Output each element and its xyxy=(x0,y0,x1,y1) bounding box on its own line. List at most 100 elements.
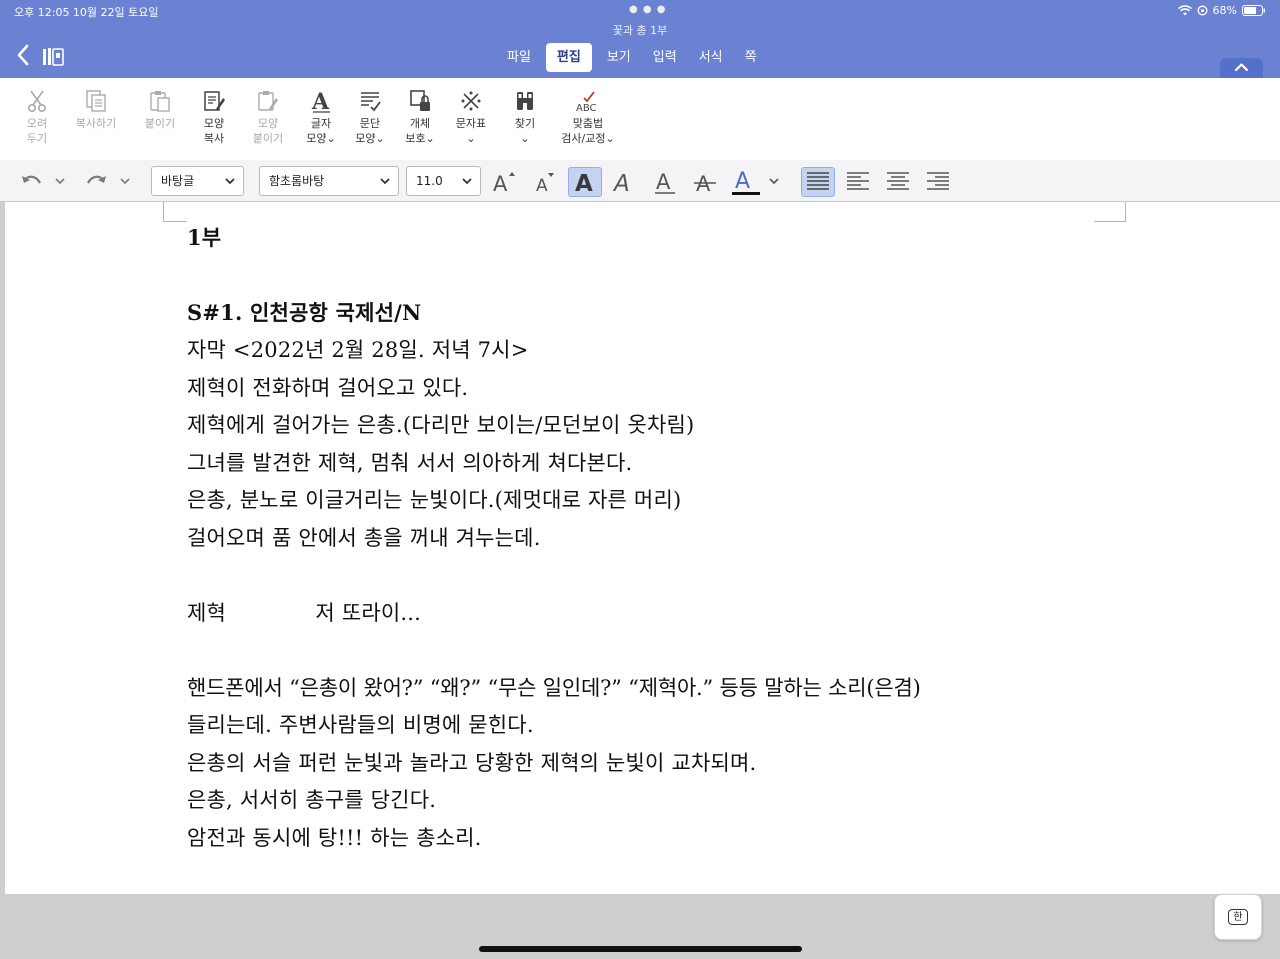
doc-line[interactable]: 핸드폰에서 “은총이 왔어?” “왜?” “무슨 일인데?” “제혁아.” 등등… xyxy=(187,672,921,702)
doc-line[interactable]: 제혁에게 걸어가는 은총.(다리만 보이는/모던보이 옷차림) xyxy=(187,409,694,439)
spellcheck-icon: ABC xyxy=(576,91,597,113)
style-select[interactable]: 바탕글 xyxy=(151,166,244,196)
redo-history-button[interactable] xyxy=(117,168,133,194)
align-justify-button[interactable] xyxy=(801,167,835,197)
find-button[interactable]: 찾기 ⌄ xyxy=(508,88,542,146)
paste-format-button[interactable]: 모양 붙이기 xyxy=(246,88,290,146)
undo-history-button[interactable] xyxy=(52,168,68,194)
doc-line[interactable]: 들리는데. 주변사람들의 비명에 묻힌다. xyxy=(187,709,534,739)
chevron-down-icon xyxy=(462,178,472,185)
edit-ribbon: 오려 두기 복사하기 붙이기 모양 복사 모양 붙이기 A 글자 모양⌄ 문단 … xyxy=(0,78,1280,160)
align-center-icon xyxy=(887,172,909,190)
format-paste-icon xyxy=(258,91,278,111)
symbols-label: 문자표 ⌄ xyxy=(455,117,487,145)
margin-corner-mark xyxy=(1094,202,1126,222)
status-indicators: 68% xyxy=(1177,4,1266,17)
doc-heading[interactable]: 1부 xyxy=(187,222,221,252)
copy-format-button[interactable]: 모양 복사 xyxy=(197,88,231,146)
italic-button[interactable]: A xyxy=(609,167,639,197)
align-left-icon xyxy=(847,172,869,190)
bold-button[interactable]: A xyxy=(568,167,602,197)
font-select[interactable]: 함초롬바탕 xyxy=(259,166,399,196)
char-shape-button[interactable]: A 글자 모양⌄ xyxy=(302,88,340,146)
keyboard-language-button[interactable]: 한 xyxy=(1214,894,1262,940)
tab-page[interactable]: 쪽 xyxy=(734,43,768,72)
chevron-down-icon xyxy=(225,178,235,185)
scissors-icon xyxy=(27,90,47,113)
strikethrough-icon: A xyxy=(694,172,716,194)
document-list-button[interactable] xyxy=(42,47,64,67)
strikethrough-button[interactable]: A xyxy=(690,167,720,197)
doc-line[interactable]: 은총의 서슬 퍼런 눈빛과 놀라고 당황한 제혁의 눈빛이 교차되며. xyxy=(187,747,756,777)
copy-label: 복사하기 xyxy=(75,117,117,130)
redo-button[interactable] xyxy=(84,168,108,194)
undo-button[interactable] xyxy=(20,168,44,194)
dialogue-line[interactable]: 제혁 저 또라이... xyxy=(187,597,421,627)
reference-mark-icon xyxy=(461,91,481,111)
tab-insert[interactable]: 입력 xyxy=(642,43,688,72)
margin-corner-mark xyxy=(163,202,187,222)
tab-file[interactable]: 파일 xyxy=(496,43,542,72)
copy-button[interactable]: 복사하기 xyxy=(68,88,124,131)
paste-format-label: 모양 붙이기 xyxy=(252,117,284,145)
format-copy-icon xyxy=(204,91,225,111)
font-size-value: 11.0 xyxy=(416,174,443,188)
bold-icon: A xyxy=(575,171,593,194)
decrease-font-size-button[interactable]: A xyxy=(530,167,560,197)
chevron-down-icon xyxy=(769,178,779,185)
svg-text:A: A xyxy=(575,171,593,194)
ime-korean-icon: 한 xyxy=(1228,909,1248,925)
spellcheck-button[interactable]: ABC 맞춤법 검사/교정⌄ xyxy=(558,88,618,146)
underline-button[interactable]: A xyxy=(650,167,680,197)
align-right-icon xyxy=(927,172,949,190)
object-protect-button[interactable]: 개체 보호⌄ xyxy=(401,88,439,146)
underline-icon: A xyxy=(655,170,675,194)
align-justify-icon xyxy=(807,172,829,190)
increase-font-size-button[interactable]: A xyxy=(489,167,519,197)
doc-line[interactable]: 그녀를 발견한 제혁, 멈춰 서서 의아하게 쳐다본다. xyxy=(187,447,632,477)
svg-text:ABC: ABC xyxy=(576,103,597,113)
doc-line[interactable]: 은총, 분노로 이글거리는 눈빛이다.(제멋대로 자른 머리) xyxy=(187,484,681,514)
orientation-lock-icon xyxy=(1197,5,1207,16)
doc-line[interactable]: 암전과 동시에 탕!!! 하는 총소리. xyxy=(187,822,482,852)
svg-text:A: A xyxy=(612,171,630,194)
battery-icon xyxy=(1242,5,1265,16)
back-button[interactable] xyxy=(16,44,30,71)
align-center-button[interactable] xyxy=(881,167,915,197)
doc-line[interactable]: 자막 <2022년 2월 28일. 저녁 7시> xyxy=(187,334,529,364)
svg-text:A: A xyxy=(656,170,671,194)
svg-text:A: A xyxy=(735,169,750,194)
copy-icon xyxy=(86,90,106,112)
font-color-dropdown[interactable] xyxy=(766,168,782,194)
font-color-icon: A xyxy=(732,169,760,195)
home-indicator[interactable] xyxy=(479,946,802,952)
doc-line[interactable]: 은총, 서서히 총구를 당긴다. xyxy=(187,784,436,814)
font-color-button[interactable]: A xyxy=(730,167,762,197)
char-shape-icon: A xyxy=(311,89,330,114)
para-shape-icon xyxy=(361,92,381,112)
tab-edit[interactable]: 편집 xyxy=(545,43,592,72)
svg-text:A: A xyxy=(311,89,330,114)
cut-label: 오려 두기 xyxy=(26,117,48,145)
chevron-left-icon xyxy=(17,44,29,66)
multitasking-dots-icon[interactable]: ● ● ● xyxy=(629,4,667,15)
tab-view[interactable]: 보기 xyxy=(596,43,642,72)
doc-line[interactable]: 제혁이 전화하며 걸어오고 있다. xyxy=(187,372,468,402)
para-shape-button[interactable]: 문단 모양⌄ xyxy=(351,88,389,146)
align-right-button[interactable] xyxy=(921,167,955,197)
paste-button[interactable]: 붙이기 xyxy=(138,88,182,131)
font-increase-icon: A xyxy=(493,172,515,194)
align-left-button[interactable] xyxy=(841,167,875,197)
battery-percent: 68% xyxy=(1212,4,1237,17)
binoculars-icon xyxy=(517,92,533,110)
cut-button[interactable]: 오려 두기 xyxy=(20,88,54,146)
collapse-ribbon-button[interactable] xyxy=(1220,58,1263,78)
tab-format[interactable]: 서식 xyxy=(688,43,734,72)
copy-format-label: 모양 복사 xyxy=(203,117,225,145)
svg-text:A: A xyxy=(536,176,548,194)
document-title: 꽃과 총 1부 xyxy=(612,24,668,37)
doc-line[interactable]: 걸어오며 품 안에서 총을 꺼내 겨누는데. xyxy=(187,522,541,552)
scene-heading[interactable]: S#1. 인천공항 국제선/N xyxy=(187,297,421,327)
font-size-select[interactable]: 11.0 xyxy=(406,166,481,196)
symbols-button[interactable]: 문자표 ⌄ xyxy=(452,88,490,146)
